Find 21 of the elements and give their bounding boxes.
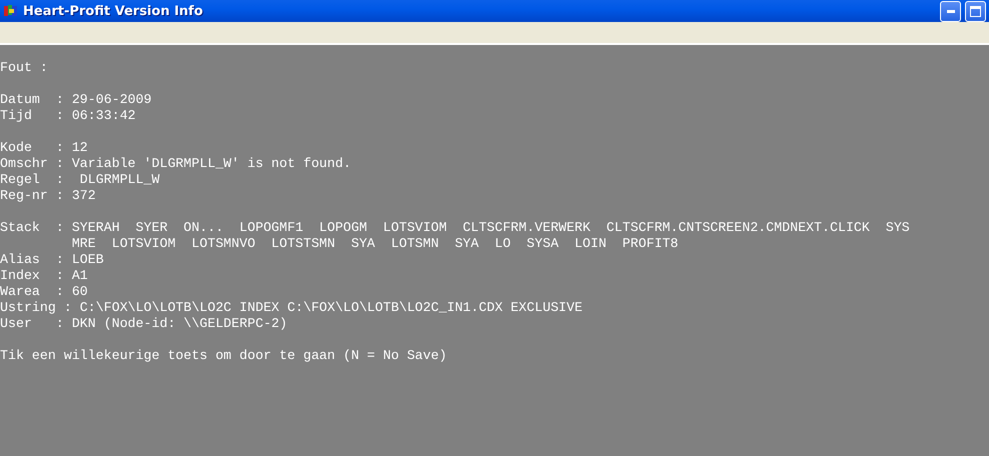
app-icon (3, 3, 19, 19)
console-line: Datum : 29-06-2009 (0, 92, 152, 108)
console-line: Index : A1 (0, 268, 88, 284)
minimize-button[interactable] (940, 0, 961, 22)
console-line: Regel : DLGRMPLL_W (0, 172, 160, 188)
console-line: MRE LOTSVIOM LOTSMNVO LOTSTSMN SYA LOTSMN SYA LO SYSA LOIN PROFIT8 (70, 236, 678, 252)
window-title: Heart-Profit Version Info (23, 4, 204, 18)
console-line: Tijd : 06:33:42 (0, 108, 136, 124)
console-line: Tik een willekeurige toets om door te gaan (N = No Save) (0, 348, 447, 364)
console-line: Alias : LOEB (0, 252, 104, 268)
console-line: Fout : (0, 60, 48, 76)
console-line: Warea : 60 (0, 284, 88, 300)
console-line: Omschr : Variable 'DLGRMPLL_W' is not found. (0, 156, 352, 172)
console-line: Kode : 12 (0, 140, 88, 156)
maximize-button[interactable] (965, 0, 986, 22)
console-line: Ustring : C:\FOX\LO\LOTB\LO2C INDEX C:\FOX\LO\LOTB\LO2C_IN1.CDX EXCLUSIVE (0, 300, 582, 316)
console-line: User : DKN (Node-id: \\GELDERPC-2) (0, 316, 288, 332)
console-line: Reg-nr : 372 (0, 188, 96, 204)
console-line: Stack : SYERAH SYER ON... LOPOGMF1 LOPOGM LOTSVIOM CLTSCFRM.VERWERK CLTSCFRM.CNTSCREEN2.CMDNEXT.CLICK SYS (0, 220, 910, 236)
maximize-icon (970, 6, 981, 16)
minimize-icon (946, 10, 954, 12)
